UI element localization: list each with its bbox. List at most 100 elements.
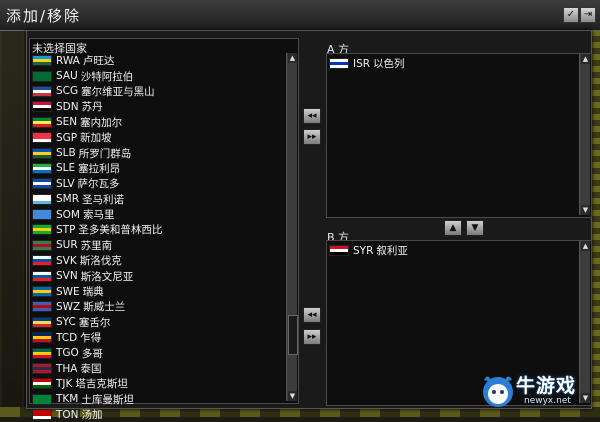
- country-code: TKM: [56, 393, 79, 406]
- country-list-item[interactable]: SGP 新加坡: [32, 130, 282, 145]
- scroll-down-arrow-icon[interactable]: ▼: [288, 391, 297, 401]
- country-list-item[interactable]: SYR 叙利亚: [329, 243, 579, 258]
- move-to-unselected-from-b-button[interactable]: ◂◂: [303, 307, 321, 323]
- side-a-scrollbar[interactable]: ▲ ▼: [579, 54, 590, 215]
- country-list-item[interactable]: TJK 塔吉克斯坦: [32, 376, 282, 391]
- move-to-unselected-from-a-button[interactable]: ◂◂: [303, 108, 321, 124]
- dialog-titlebar: 添加/移除 ✓ ⇥: [0, 0, 600, 31]
- country-code: TON: [56, 408, 79, 421]
- flag-icon: [32, 347, 52, 359]
- country-list-item[interactable]: SVK 斯洛伐克: [32, 253, 282, 268]
- country-list-item[interactable]: ISR 以色列: [329, 56, 579, 71]
- close-button[interactable]: ⇥: [580, 7, 596, 23]
- country-name: 萨尔瓦多: [77, 178, 120, 191]
- unselected-countries-pane: 未选择国家 RWA 卢旺达 SAU 沙特阿拉伯 SCG 塞尔维亚与黑山 SDN 苏丹 SEN 塞内…: [29, 38, 299, 421]
- flag-icon: [32, 162, 52, 174]
- left-list-scrollbar[interactable]: ▲ ▼: [286, 53, 298, 401]
- country-list-item[interactable]: SAU 沙特阿拉伯: [32, 68, 282, 83]
- flag-icon: [32, 55, 52, 67]
- country-list-item[interactable]: SEN 塞内加尔: [32, 115, 282, 130]
- dialog-title: 添加/移除: [6, 7, 82, 25]
- country-list-item[interactable]: SVN 斯洛文尼亚: [32, 268, 282, 283]
- flag-icon: [329, 245, 349, 257]
- swap-up-button[interactable]: ▲: [444, 220, 462, 236]
- flag-icon: [32, 101, 52, 113]
- side-b-list: SYR 叙利亚: [329, 243, 579, 258]
- scroll-down-arrow-icon[interactable]: ▼: [581, 205, 590, 215]
- scroll-thumb[interactable]: [288, 315, 298, 355]
- country-list-item[interactable]: SLE 塞拉利昂: [32, 161, 282, 176]
- flag-icon: [32, 378, 52, 390]
- country-list-item[interactable]: SWZ 斯威士兰: [32, 299, 282, 314]
- flag-icon: [32, 332, 52, 344]
- flag-icon: [32, 409, 52, 421]
- country-name: 乍得: [80, 332, 102, 345]
- country-code: THA: [56, 362, 78, 375]
- country-name: 土库曼斯坦: [81, 393, 134, 406]
- country-code: TGO: [56, 347, 79, 360]
- side-a-list: ISR 以色列: [329, 56, 579, 71]
- flag-icon: [32, 132, 52, 144]
- side-a-pane: ISR 以色列 ▲ ▼: [326, 53, 592, 218]
- country-code: SDN: [56, 100, 79, 113]
- flag-icon: [32, 224, 52, 236]
- country-list-item[interactable]: SMR 圣马利诺: [32, 192, 282, 207]
- flag-icon: [32, 70, 52, 82]
- move-to-b-button[interactable]: ▸▸: [303, 329, 321, 345]
- bull-logo-icon: [483, 376, 513, 407]
- country-list-item[interactable]: SWE 瑞典: [32, 284, 282, 299]
- country-code: SLE: [56, 162, 76, 175]
- country-name: 苏丹: [81, 101, 103, 114]
- country-list-item[interactable]: TON 汤加: [32, 407, 282, 422]
- country-code: RWA: [56, 54, 80, 67]
- country-list-item[interactable]: THA 泰国: [32, 361, 282, 376]
- country-name: 塞舌尔: [78, 316, 111, 329]
- flag-icon: [32, 316, 52, 328]
- country-list-item[interactable]: SDN 苏丹: [32, 99, 282, 114]
- flag-icon: [32, 209, 52, 221]
- move-to-a-button[interactable]: ▸▸: [303, 129, 321, 145]
- country-name: 圣马利诺: [82, 193, 125, 206]
- country-list-item[interactable]: TKM 土库曼斯坦: [32, 392, 282, 407]
- country-code: SMR: [56, 193, 80, 206]
- country-list-item[interactable]: RWA 卢旺达: [32, 53, 282, 68]
- country-name: 卢旺达: [82, 55, 115, 68]
- country-list-item[interactable]: SOM 索马里: [32, 207, 282, 222]
- country-code: SUR: [56, 239, 78, 252]
- country-list-item[interactable]: STP 圣多美和普林西比: [32, 222, 282, 237]
- country-list-item[interactable]: TCD 乍得: [32, 330, 282, 345]
- flag-icon: [32, 255, 52, 267]
- country-code: SOM: [56, 208, 80, 221]
- scroll-up-arrow-icon[interactable]: ▲: [581, 241, 590, 251]
- country-code: SGP: [56, 131, 78, 144]
- country-name: 叙利亚: [376, 245, 408, 258]
- country-list-item[interactable]: SCG 塞尔维亚与黑山: [32, 84, 282, 99]
- scroll-up-arrow-icon[interactable]: ▲: [288, 53, 297, 63]
- flag-icon: [32, 116, 52, 128]
- country-list-item[interactable]: TGO 多哥: [32, 345, 282, 360]
- country-name: 泰国: [80, 363, 102, 375]
- flag-icon: [32, 270, 52, 282]
- flag-icon: [32, 363, 52, 374]
- country-list-item[interactable]: SLB 所罗门群岛: [32, 145, 282, 160]
- country-code: TCD: [56, 331, 78, 344]
- country-name: 汤加: [81, 409, 103, 422]
- country-name: 瑞典: [82, 286, 104, 299]
- country-name: 新加坡: [80, 132, 112, 145]
- country-list-item[interactable]: SUR 苏里南: [32, 238, 282, 253]
- scroll-up-arrow-icon[interactable]: ▲: [581, 54, 590, 64]
- country-name: 塞内加尔: [80, 116, 123, 129]
- flag-icon: [32, 286, 52, 298]
- country-code: SEN: [56, 116, 78, 129]
- country-name: 圣多美和普林西比: [78, 224, 163, 237]
- swap-down-button[interactable]: ▼: [466, 220, 484, 236]
- confirm-button[interactable]: ✓: [563, 7, 579, 23]
- country-list-item[interactable]: SLV 萨尔瓦多: [32, 176, 282, 191]
- country-code: SWZ: [56, 300, 81, 313]
- country-name: 索马里: [83, 209, 115, 222]
- country-name: 斯威士兰: [83, 301, 126, 314]
- country-list-item[interactable]: SYC 塞舌尔: [32, 315, 282, 330]
- flag-icon: [329, 58, 349, 70]
- flag-icon: [32, 301, 52, 313]
- unselected-countries-list: RWA 卢旺达 SAU 沙特阿拉伯 SCG 塞尔维亚与黑山 SDN 苏丹 SEN 塞内加尔 SGP 新…: [32, 53, 282, 422]
